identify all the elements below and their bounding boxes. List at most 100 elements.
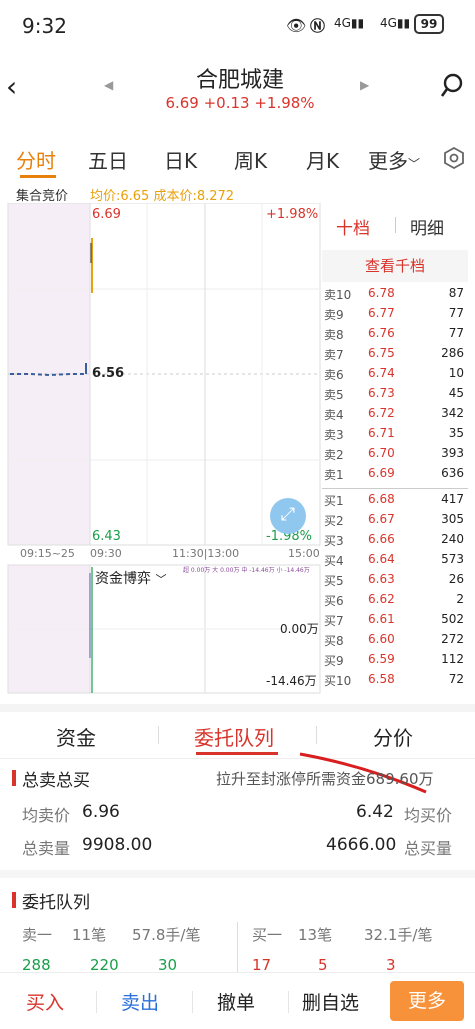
buy-row[interactable]: 买3 6.66 240	[322, 530, 468, 550]
section-marker	[12, 892, 16, 908]
cancel-order-button[interactable]: 撤单	[217, 988, 255, 1015]
buy-row[interactable]: 买6 6.62 2	[322, 590, 468, 610]
tab-monthly-k[interactable]: 月K	[306, 145, 339, 174]
buy-row[interactable]: 买7 6.61 502	[322, 610, 468, 630]
period-tabs: 分时 五日 日K 周K 月K 更多﹀	[0, 135, 475, 183]
tab-daily-k[interactable]: 日K	[164, 145, 197, 174]
buy-level-label: 买9	[324, 654, 344, 668]
divider	[96, 991, 97, 1013]
pct-high-label: +1.98%	[266, 207, 319, 222]
sell-price: 6.78	[368, 286, 395, 300]
tab-more[interactable]: 更多﹀	[368, 145, 420, 174]
buy-button[interactable]: 买入	[26, 988, 64, 1015]
buy-row[interactable]: 买10 6.58 72	[322, 670, 468, 690]
tab-funds[interactable]: 资金	[56, 722, 96, 751]
sell-row[interactable]: 卖10 6.78 87	[322, 284, 468, 304]
buy-row[interactable]: 买1 6.68 417	[322, 490, 468, 510]
buy-volume: 112	[441, 652, 464, 666]
buy-row[interactable]: 买4 6.64 573	[322, 550, 468, 570]
limit-up-hint: 拉升至封涨停所需资金689.60万	[216, 770, 434, 788]
sell-price: 6.69	[368, 466, 395, 480]
buy-level-label: 买8	[324, 634, 344, 648]
sell-row[interactable]: 卖7 6.75 286	[322, 344, 468, 364]
tab-detail[interactable]: 明细	[410, 214, 444, 239]
price-high-label: 6.69	[92, 207, 121, 222]
divider	[288, 991, 289, 1013]
sell-level-label: 卖2	[324, 448, 344, 462]
tab-weekly-k[interactable]: 周K	[234, 145, 267, 174]
eye-icon: 👁	[286, 16, 307, 35]
sell-level-label: 卖5	[324, 388, 344, 402]
next-stock-icon[interactable]: ▶	[360, 78, 369, 92]
sell-row[interactable]: 卖4 6.72 342	[322, 404, 468, 424]
more-button[interactable]: 更多	[390, 981, 464, 1021]
back-icon[interactable]: ‹	[6, 70, 17, 103]
sell-level-label: 卖8	[324, 328, 344, 342]
expand-icon[interactable]: ⤢	[270, 498, 306, 534]
price-chart[interactable]	[0, 203, 322, 703]
fund-game-label[interactable]: 资金博弈 ﹀	[95, 568, 166, 588]
remove-watchlist-button[interactable]: 删自选	[302, 988, 359, 1015]
sell-row[interactable]: 卖2 6.70 393	[322, 444, 468, 464]
buy-row[interactable]: 买8 6.60 272	[322, 630, 468, 650]
avg-sell-value: 6.96	[82, 802, 120, 822]
buy-row[interactable]: 买5 6.63 26	[322, 570, 468, 590]
status-bar: 9:32 👁 Ⓝ 4G▮▮ 4G▮▮ 99	[0, 0, 475, 52]
active-section-indicator	[196, 752, 278, 755]
sell-level-label: 卖1	[324, 468, 344, 482]
settings-icon[interactable]	[443, 147, 465, 169]
tab-divider	[395, 217, 396, 233]
sell-volume: 393	[441, 446, 464, 460]
sell-row[interactable]: 卖1 6.69 636	[322, 464, 468, 484]
section-gap	[0, 870, 475, 878]
nfc-icon: Ⓝ	[310, 17, 326, 35]
buy-row[interactable]: 买2 6.67 305	[322, 510, 468, 530]
sell-level-label: 卖10	[324, 288, 352, 302]
tab-intraday[interactable]: 分时	[16, 145, 56, 174]
fund-legend-mini: 超 0.00万 大 0.00万 中 -14.46万 小 -14.46万	[183, 567, 310, 574]
sell-row[interactable]: 卖6 6.74 10	[322, 364, 468, 384]
sell-row[interactable]: 卖9 6.77 77	[322, 304, 468, 324]
tab-price-distribution[interactable]: 分价	[373, 722, 413, 751]
sell1-label: 卖一	[22, 926, 53, 944]
sell-row[interactable]: 卖8 6.76 77	[322, 324, 468, 344]
sell1-count: 11笔	[72, 926, 107, 944]
buy-level-label: 买1	[324, 494, 344, 508]
sell-button[interactable]: 卖出	[121, 988, 159, 1015]
sell1-avg: 57.8手/笔	[132, 926, 201, 944]
buy-price: 6.68	[368, 492, 395, 506]
tab-five-day[interactable]: 五日	[88, 145, 128, 174]
buy-price: 6.64	[368, 552, 395, 566]
sell-level-label: 卖4	[324, 408, 344, 422]
buy-row[interactable]: 买9 6.59 112	[322, 650, 468, 670]
sell-volume: 342	[441, 406, 464, 420]
sell-level-label: 卖9	[324, 308, 344, 322]
search-icon[interactable]	[440, 72, 466, 100]
buy-level-label: 买5	[324, 574, 344, 588]
buy-level-label: 买7	[324, 614, 344, 628]
buy1-count: 13笔	[298, 926, 333, 944]
signal-icon: 4G▮▮	[334, 16, 365, 30]
view-thousand-button[interactable]: 查看千档	[322, 250, 468, 282]
buy-level-label: 买4	[324, 554, 344, 568]
sell-price: 6.74	[368, 366, 395, 380]
buy-level-label: 买3	[324, 534, 344, 548]
stock-quote: 6.69 +0.13 +1.98%	[165, 94, 315, 112]
sell-volume: 636	[441, 466, 464, 480]
sell-volume: 286	[441, 346, 464, 360]
battery-icon: 99	[414, 14, 444, 34]
tab-order-queue[interactable]: 委托队列	[194, 722, 274, 751]
prev-stock-icon[interactable]: ◀	[104, 78, 113, 92]
buy-volume: 305	[441, 512, 464, 526]
queue-title: 委托队列	[22, 893, 90, 913]
chevron-down-icon: ﹀	[155, 573, 167, 586]
sell-row[interactable]: 卖5 6.73 45	[322, 384, 468, 404]
signal2-icon: 4G▮▮	[380, 16, 411, 30]
sell-row[interactable]: 卖3 6.71 35	[322, 424, 468, 444]
divider	[192, 991, 193, 1013]
buy-price: 6.59	[368, 652, 395, 666]
buy-price: 6.58	[368, 672, 395, 686]
tab-ten-levels[interactable]: 十档	[336, 214, 370, 239]
buy-volume: 72	[448, 672, 464, 686]
avg-buy-label: 均买价	[404, 806, 453, 825]
